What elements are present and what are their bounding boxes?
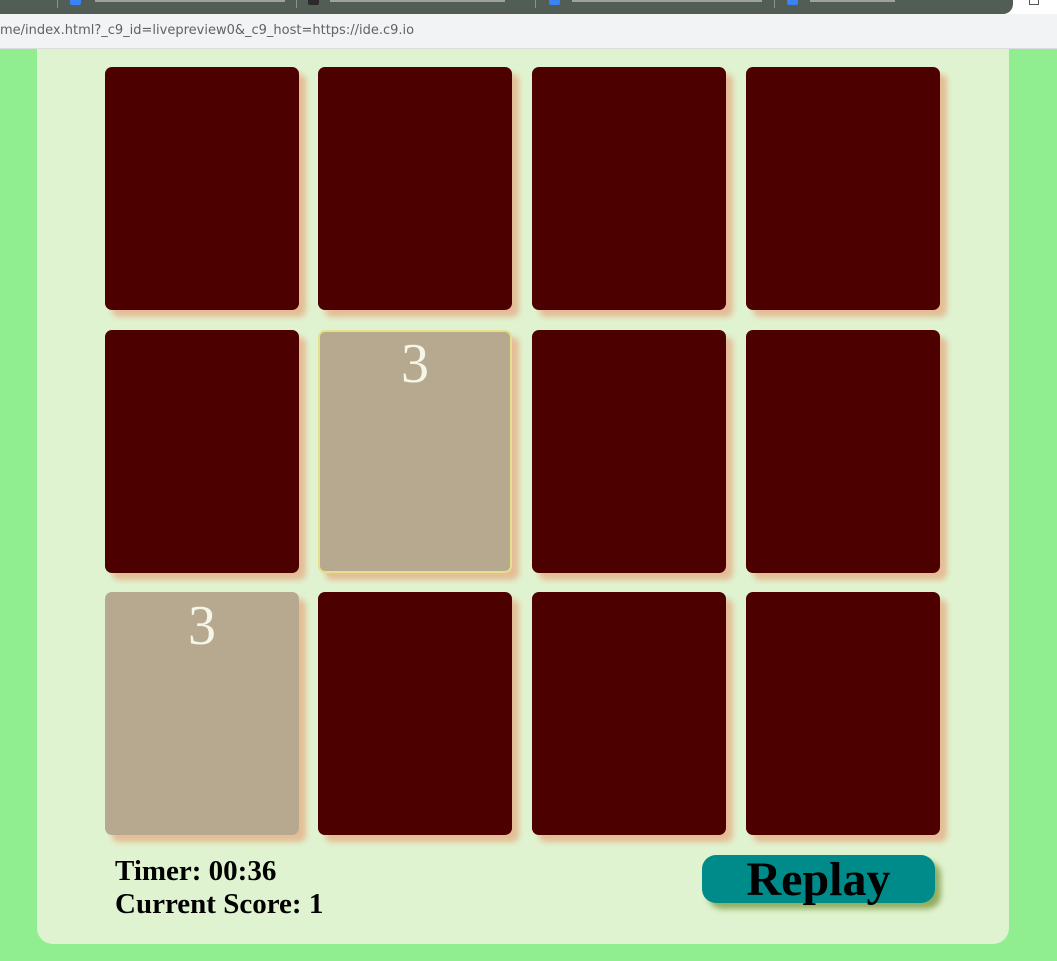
browser-tabs xyxy=(0,0,1013,14)
card-value xyxy=(746,592,940,598)
tab-favicon-icon[interactable] xyxy=(70,0,81,5)
tab-favicon-icon[interactable] xyxy=(549,0,560,5)
card-value xyxy=(532,330,726,336)
address-bar[interactable]: me/index.html?_c9_id=livepreview0&_c9_ho… xyxy=(0,14,1057,49)
card-value: 3 xyxy=(401,333,429,395)
card-11[interactable] xyxy=(532,592,726,835)
tab-title[interactable] xyxy=(572,0,762,2)
url-text[interactable]: me/index.html?_c9_id=livepreview0&_c9_ho… xyxy=(0,23,414,38)
card-value xyxy=(746,67,940,73)
timer-label: Timer: 00:36 xyxy=(115,855,277,887)
browser-tab-strip xyxy=(0,0,1057,14)
tab-separator xyxy=(57,0,58,8)
card-value xyxy=(532,67,726,73)
card-value xyxy=(105,330,299,336)
tab-separator xyxy=(535,0,536,8)
tab-title[interactable] xyxy=(810,0,895,2)
card-value xyxy=(532,592,726,598)
card-8[interactable] xyxy=(746,330,940,573)
tab-title[interactable] xyxy=(330,0,505,2)
tab-separator xyxy=(774,0,775,8)
tab-separator xyxy=(296,0,297,8)
card-4[interactable] xyxy=(746,67,940,310)
card-3[interactable] xyxy=(532,67,726,310)
tab-favicon-icon[interactable] xyxy=(787,0,798,5)
tab-title[interactable] xyxy=(95,0,285,2)
card-9[interactable]: 3 xyxy=(105,592,299,835)
window-restore-icon[interactable] xyxy=(1029,0,1039,5)
card-2[interactable] xyxy=(318,67,512,310)
card-10[interactable] xyxy=(318,592,512,835)
card-1[interactable] xyxy=(105,67,299,310)
card-value xyxy=(318,592,512,598)
tab-favicon-icon[interactable] xyxy=(308,0,319,5)
replay-button[interactable]: Replay xyxy=(702,855,935,905)
card-6[interactable]: 3 xyxy=(318,330,512,573)
card-value xyxy=(318,67,512,73)
card-12[interactable] xyxy=(746,592,940,835)
game-stats: Timer: 00:36 Current Score: 1 xyxy=(115,855,323,921)
card-7[interactable] xyxy=(532,330,726,573)
score-label: Current Score: 1 xyxy=(115,888,324,920)
card-5[interactable] xyxy=(105,330,299,573)
card-value xyxy=(746,330,940,336)
card-value xyxy=(105,67,299,73)
card-value: 3 xyxy=(188,595,216,657)
